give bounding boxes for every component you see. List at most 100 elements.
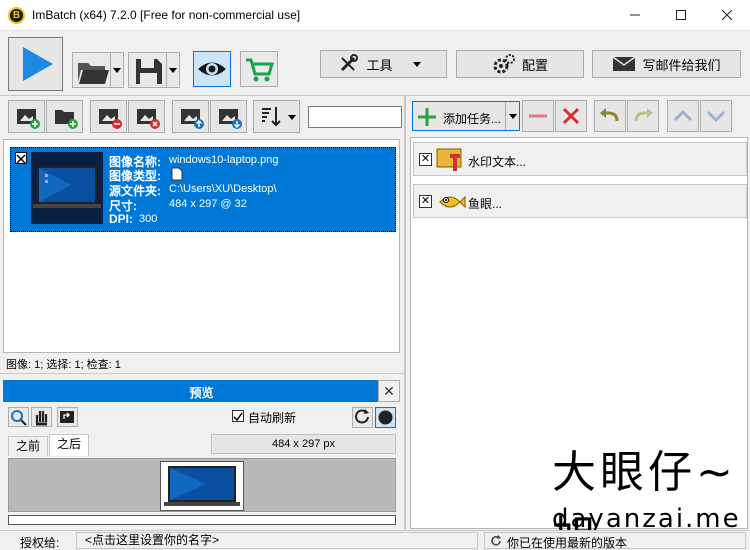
open-dropdown[interactable] — [110, 53, 123, 87]
add-images-button[interactable] — [8, 100, 45, 133]
zoom-icon — [11, 410, 27, 426]
email-label: 写邮件给我们 — [642, 57, 721, 73]
add-task-dropdown[interactable] — [505, 102, 519, 130]
shopping-cart-icon — [246, 58, 275, 82]
chevron-down-icon — [412, 62, 421, 67]
panel-divider — [0, 373, 404, 374]
task-item-watermark[interactable]: ✕ 水印文本... — [413, 142, 747, 176]
size-value: 484 x 297 @ 32 — [169, 198, 247, 210]
minus-icon — [529, 114, 547, 118]
floppy-disk-icon — [136, 59, 162, 84]
version-status-text: 你已在使用最新的版本 — [507, 536, 628, 550]
title-bar: B ImBatch (x64) 7.2.0 [Free for non-comm… — [0, 0, 750, 31]
image-list[interactable]: 图像名称: windows10-laptop.png 图像类型: 源文件夹: C… — [3, 139, 400, 353]
eye-icon — [198, 62, 226, 76]
add-task-label: 添加任务... — [443, 112, 502, 126]
remove-image-button[interactable] — [90, 100, 127, 133]
email-us-button[interactable]: 写邮件给我们 — [592, 50, 741, 78]
laptop-preview-icon — [164, 466, 240, 506]
fit-window-icon — [60, 411, 74, 423]
shop-button[interactable] — [240, 51, 278, 87]
toolbar-divider — [0, 95, 750, 96]
preview-close-button[interactable]: ✕ — [378, 380, 400, 402]
save-button[interactable] — [128, 52, 180, 88]
watermark-text-icon — [436, 148, 462, 171]
image-list-item[interactable]: 图像名称: windows10-laptop.png 图像类型: 源文件夹: C… — [10, 147, 396, 232]
task-label: 鱼眼... — [468, 197, 503, 211]
image-thumbnail — [31, 152, 103, 224]
image-status: 图像: 1; 选择: 1; 检查: 1 — [6, 359, 121, 371]
task-item-fisheye[interactable]: ✕ 鱼眼... — [413, 184, 747, 218]
undo-button[interactable] — [594, 100, 626, 132]
pan-button[interactable] — [31, 407, 52, 427]
preview-area[interactable] — [8, 458, 396, 512]
zoom-button[interactable] — [8, 407, 29, 427]
image-up-icon — [181, 109, 204, 129]
background-color-button[interactable] — [375, 407, 396, 428]
refresh-preview-button[interactable] — [352, 407, 373, 428]
config-button[interactable]: 配置 — [456, 50, 584, 78]
checkmark-icon — [233, 412, 243, 422]
task-checkbox[interactable]: ✕ — [419, 195, 432, 208]
remove-task-button[interactable] — [522, 100, 554, 132]
image-item-checkbox[interactable] — [15, 152, 27, 164]
folder-open-icon — [78, 63, 109, 84]
image-down-icon — [219, 109, 242, 129]
file-type-icon — [171, 167, 183, 181]
task-label: 水印文本... — [468, 155, 527, 169]
laptop-thumbnail-icon — [33, 166, 101, 208]
remove-all-images-button[interactable] — [128, 100, 165, 133]
version-status: 你已在使用最新的版本 — [484, 532, 746, 550]
task-checkbox[interactable]: ✕ — [419, 153, 432, 166]
color-circle-icon — [378, 410, 393, 425]
dpi-value: 300 — [139, 213, 158, 225]
chevron-up-icon — [673, 109, 693, 122]
add-image-icon — [17, 109, 40, 129]
wrench-screwdriver-icon — [341, 54, 359, 72]
add-folder-button[interactable] — [46, 100, 83, 133]
auto-refresh-checkbox[interactable] — [232, 410, 244, 422]
move-image-down-button[interactable] — [210, 100, 247, 133]
source-folder-value: C:\Users\XU\Desktop\ — [169, 183, 277, 195]
panel-splitter[interactable] — [404, 96, 406, 529]
preview-toggle-button[interactable] — [193, 51, 231, 87]
move-image-up-button[interactable] — [172, 100, 209, 133]
close-window-button[interactable] — [704, 0, 750, 30]
move-task-up-button[interactable] — [667, 100, 699, 132]
minimize-button[interactable] — [612, 0, 658, 30]
fit-button[interactable] — [57, 407, 78, 427]
open-folder-button[interactable] — [72, 52, 124, 88]
preview-title: 预览 — [189, 386, 214, 400]
save-dropdown[interactable] — [166, 53, 179, 87]
undo-icon — [600, 108, 619, 122]
sort-images-button[interactable] — [253, 100, 300, 133]
preview-dimensions: 484 x 297 px — [211, 434, 396, 454]
minimize-icon — [630, 14, 640, 16]
maximize-button[interactable] — [658, 0, 704, 30]
image-filter-input[interactable] — [308, 106, 402, 128]
app-logo-icon: B — [8, 7, 25, 24]
chevron-down-icon — [509, 114, 517, 119]
tab-after[interactable]: 之后 — [49, 434, 90, 456]
license-name-field[interactable]: <点击这里设置你的名字> — [76, 532, 478, 549]
clear-tasks-button[interactable] — [555, 100, 587, 132]
license-label: 授权给: — [20, 536, 60, 550]
delete-x-icon — [562, 107, 580, 125]
add-task-button[interactable]: 添加任务... — [412, 101, 520, 131]
redo-button[interactable] — [627, 100, 659, 132]
run-batch-button[interactable] — [8, 37, 63, 91]
check-x-icon — [16, 154, 26, 164]
tab-before[interactable]: 之前 — [8, 436, 49, 456]
add-folder-icon — [55, 110, 78, 129]
fish-icon — [439, 195, 466, 209]
move-task-down-button[interactable] — [700, 100, 732, 132]
chevron-down-icon — [113, 68, 121, 73]
tools-menu-button[interactable]: 工具 — [320, 50, 447, 78]
dpi-label: DPI: — [109, 212, 133, 226]
preview-progress-bar — [8, 515, 396, 525]
maximize-icon — [676, 10, 686, 20]
refresh-icon — [491, 535, 501, 546]
play-icon — [23, 47, 53, 81]
status-bar: 授权给: <点击这里设置你的名字> 你已在使用最新的版本 — [0, 530, 750, 550]
gears-icon — [493, 54, 515, 74]
